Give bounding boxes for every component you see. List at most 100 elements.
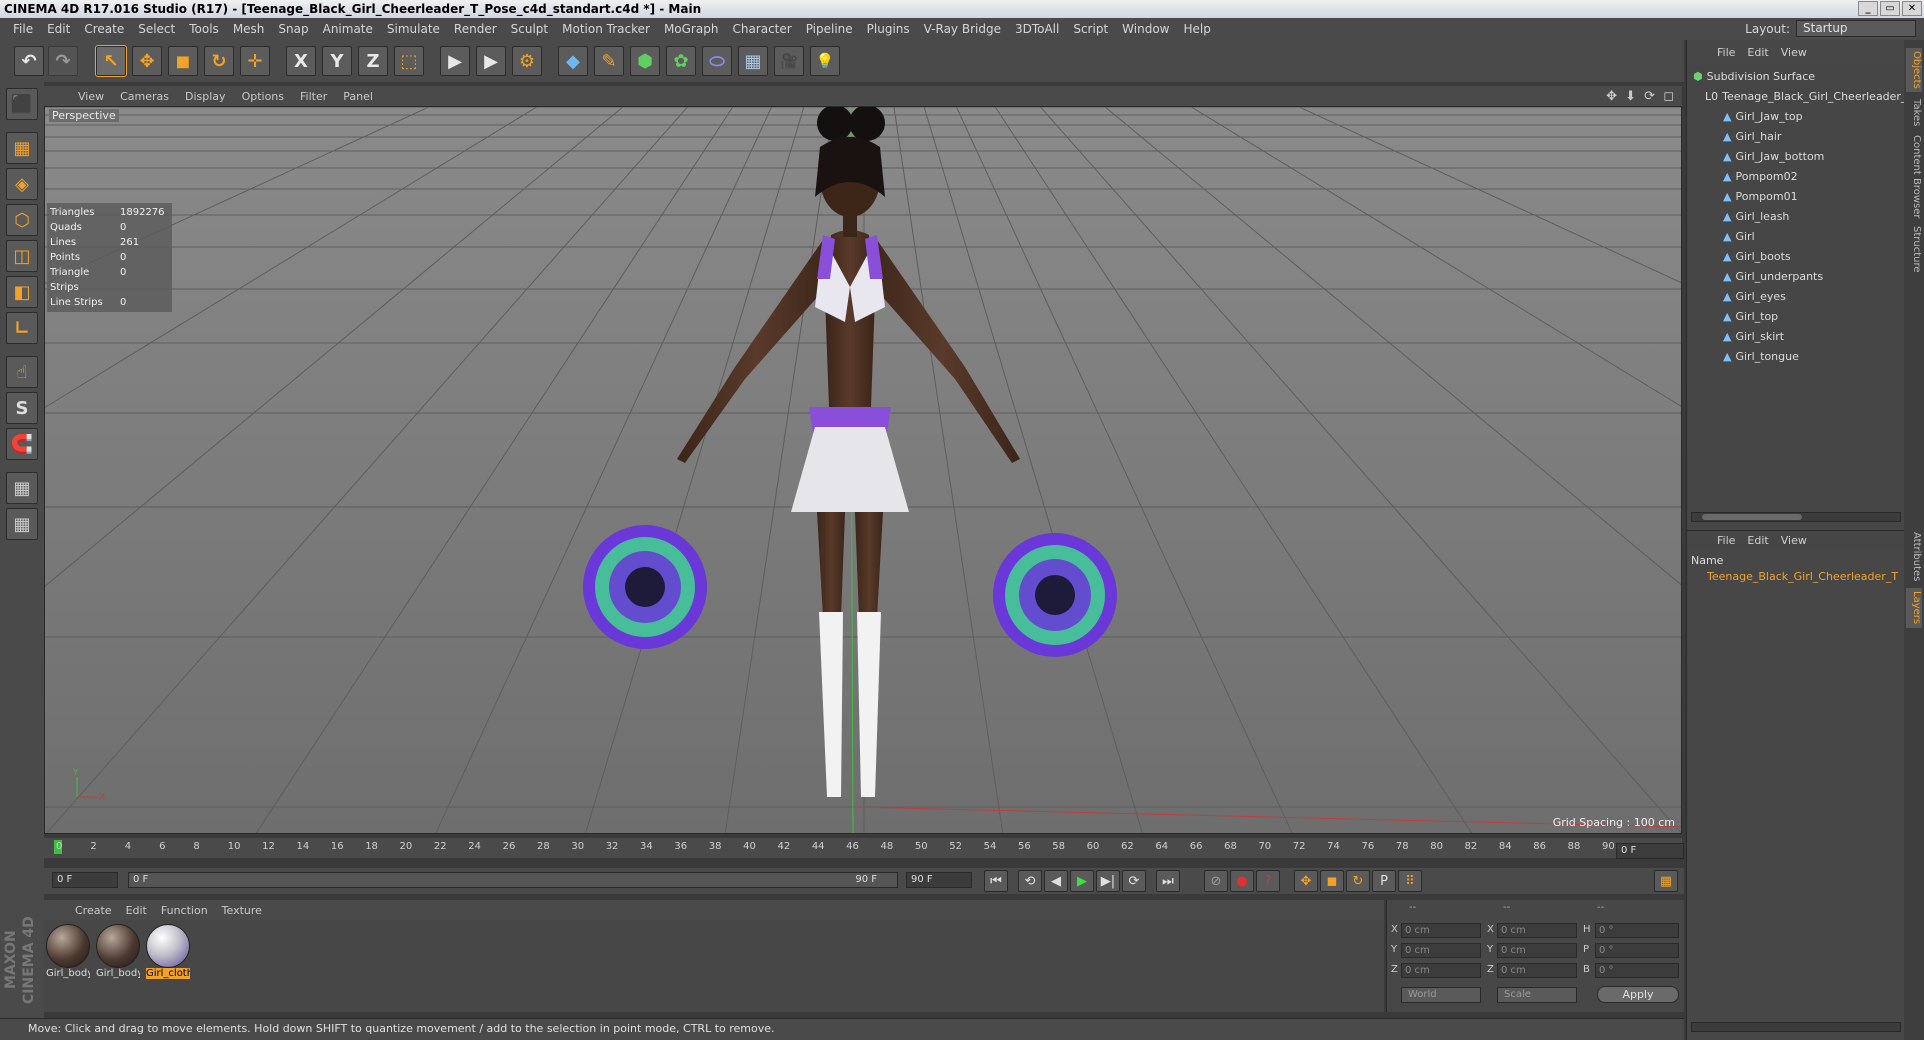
next-frame-button[interactable]: ▶| <box>1096 870 1120 892</box>
coordinate-system-button[interactable]: ⬚ <box>394 46 424 76</box>
layout-dropdown[interactable]: Startup <box>1796 20 1916 37</box>
previous-key-button[interactable]: ⟲ <box>1018 870 1042 892</box>
menu-motion-tracker[interactable]: Motion Tracker <box>555 22 657 36</box>
viewport-menu-options[interactable]: Options <box>234 90 292 103</box>
perspective-viewport[interactable]: Y X Perspective Triangles 1892276 Quads 0 … <box>44 106 1682 834</box>
current-frame-field[interactable]: 0 F <box>1616 843 1684 859</box>
material-menu-edit[interactable]: Edit <box>119 904 154 917</box>
object-menu-view[interactable]: View <box>1775 46 1813 59</box>
key-position-button[interactable]: ✥ <box>1294 870 1318 892</box>
menu-vray-bridge[interactable]: V-Ray Bridge <box>917 22 1008 36</box>
end-frame-field[interactable]: 90 F <box>906 872 972 888</box>
points-mode-button[interactable]: ◫ <box>6 240 38 272</box>
scale-tool-button[interactable]: ◼ <box>168 46 198 76</box>
key-scale-button[interactable]: ◼ <box>1320 870 1344 892</box>
z-axis-button[interactable]: Z <box>358 46 388 76</box>
object-row[interactable]: ▲ Girl <box>1723 228 1755 246</box>
menu-character[interactable]: Character <box>725 22 798 36</box>
apply-button[interactable]: Apply <box>1597 986 1679 1003</box>
record-button[interactable]: ● <box>1230 870 1254 892</box>
timeline-ruler[interactable]: 0 2 4 6 8 10 12 14 16 18 20 22 24 26 28 30 32 34 36 38 40 42 4… <box>44 838 1682 858</box>
make-editable-button[interactable]: ⬛ <box>6 88 38 120</box>
cube-primitive-button[interactable]: ◆ <box>558 46 588 76</box>
play-button[interactable]: ▶ <box>1070 870 1094 892</box>
render-picture-viewer-button[interactable]: ▶ <box>476 46 506 76</box>
menu-edit[interactable]: Edit <box>40 22 77 36</box>
model-mode-button[interactable]: ▦ <box>6 132 38 164</box>
menu-sculpt[interactable]: Sculpt <box>504 22 555 36</box>
menu-plugins[interactable]: Plugins <box>860 22 917 36</box>
object-row-group[interactable]: L0 Teenage_Black_Girl_Cheerleader_T <box>1705 88 1913 106</box>
tweak-mode-button[interactable]: S <box>6 392 38 424</box>
viewport-camera-label[interactable]: Perspective <box>49 109 119 122</box>
object-row[interactable]: ▲ Girl_Jaw_bottom <box>1723 148 1824 166</box>
menu-mograph[interactable]: MoGraph <box>657 22 726 36</box>
next-key-button[interactable]: ⟳ <box>1122 870 1146 892</box>
object-row[interactable]: ▲ Pompom02 <box>1723 168 1798 186</box>
object-row[interactable]: ▲ Girl_eyes <box>1723 288 1786 306</box>
object-menu-file[interactable]: File <box>1711 46 1741 59</box>
redo-button[interactable]: ↷ <box>48 46 78 76</box>
position-y-field[interactable]: 0 cm <box>1401 943 1481 958</box>
size-mode-dropdown[interactable]: Scale <box>1497 987 1577 1003</box>
object-row[interactable]: ▲ Girl_top <box>1723 308 1778 326</box>
workplane-mode-button[interactable]: ⬡ <box>6 204 38 236</box>
key-parameter-button[interactable]: P <box>1372 870 1396 892</box>
workplane-button[interactable]: ▦ <box>6 472 38 504</box>
menu-render[interactable]: Render <box>447 22 504 36</box>
render-settings-button[interactable]: ⚙ <box>512 46 542 76</box>
menu-pipeline[interactable]: Pipeline <box>799 22 860 36</box>
move-tool-button[interactable]: ✥ <box>132 46 162 76</box>
size-z-field[interactable]: 0 cm <box>1497 963 1577 978</box>
key-rotation-button[interactable]: ↻ <box>1346 870 1370 892</box>
object-row-subdivision[interactable]: ⬢ Subdivision Surface <box>1693 68 1815 86</box>
layer-scrollbar[interactable] <box>1691 1022 1901 1032</box>
camera-button[interactable]: 🎥 <box>774 46 804 76</box>
pen-spline-button[interactable]: ✎ <box>594 46 624 76</box>
play-backward-button[interactable]: ◀ <box>1044 870 1068 892</box>
y-axis-button[interactable]: Y <box>322 46 352 76</box>
object-row[interactable]: ▲ Girl_Jaw_top <box>1723 108 1803 126</box>
start-frame-field[interactable]: 0 F <box>52 872 118 888</box>
subdivision-surface-button[interactable]: ⬢ <box>630 46 660 76</box>
select-tool-button[interactable]: ↖ <box>95 45 127 77</box>
menu-3dtoall[interactable]: 3DToAll <box>1008 22 1066 36</box>
scrollbar-thumb[interactable] <box>1702 514 1802 520</box>
menu-simulate[interactable]: Simulate <box>380 22 447 36</box>
deformer-button[interactable]: ⬭ <box>702 46 732 76</box>
viewport-menu-view[interactable]: View <box>70 90 112 103</box>
viewport-menu-panel[interactable]: Panel <box>335 90 381 103</box>
object-row[interactable]: ▲ Pompom01 <box>1723 188 1798 206</box>
floor-scene-button[interactable]: ▦ <box>738 46 768 76</box>
material-swatch-selected[interactable]: Girl_cloth <box>146 924 192 979</box>
tab-structure[interactable]: Structure <box>1906 224 1922 274</box>
object-tree-scrollbar[interactable] <box>1691 512 1901 522</box>
go-to-end-button[interactable]: ⏭ <box>1156 870 1180 892</box>
edges-mode-button[interactable]: ◧ <box>6 276 38 308</box>
menu-select[interactable]: Select <box>131 22 182 36</box>
material-swatch[interactable]: Girl_body <box>96 924 142 979</box>
go-to-start-button[interactable]: ⏮ <box>984 870 1008 892</box>
position-z-field[interactable]: 0 cm <box>1401 963 1481 978</box>
undo-button[interactable]: ↶ <box>14 46 44 76</box>
object-row[interactable]: ▲ Girl_boots <box>1723 248 1791 266</box>
record-disabled-button[interactable]: ⊘ <box>1204 870 1228 892</box>
tab-objects[interactable]: Objects <box>1906 48 1922 92</box>
close-button[interactable]: ✕ <box>1902 1 1922 16</box>
x-axis-button[interactable]: X <box>286 46 316 76</box>
tab-attributes[interactable]: Attributes <box>1906 530 1922 584</box>
menu-help[interactable]: Help <box>1176 22 1217 36</box>
viewport-navigation-icons[interactable]: ✥ ⬇ ⟳ ◻ <box>1606 89 1676 104</box>
viewport-menu-cameras[interactable]: Cameras <box>112 90 177 103</box>
layer-menu-edit[interactable]: Edit <box>1741 534 1774 547</box>
coordinate-mode-dropdown[interactable]: World <box>1401 987 1481 1003</box>
menu-script[interactable]: Script <box>1066 22 1115 36</box>
polygons-mode-button[interactable]: ∟ <box>6 312 38 344</box>
object-row[interactable]: ▲ Girl_tongue <box>1723 348 1799 366</box>
axis-mode-button[interactable]: ☝ <box>6 356 38 388</box>
object-row[interactable]: ▲ Girl_hair <box>1723 128 1781 146</box>
render-view-button[interactable]: ▶ <box>440 46 470 76</box>
live-selection-button[interactable]: ✛ <box>240 46 270 76</box>
tab-content-browser[interactable]: Content Browser <box>1906 134 1922 220</box>
timeline-window-button[interactable]: ▦ <box>1654 870 1678 892</box>
